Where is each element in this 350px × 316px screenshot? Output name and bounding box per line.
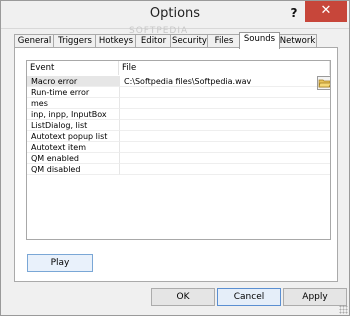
file-cell[interactable] [119, 87, 330, 98]
table-row[interactable]: mes [27, 98, 330, 109]
table-row[interactable]: Autotext popup list [27, 131, 330, 142]
table-row[interactable]: inp, inpp, InputBox [27, 109, 330, 120]
table-row[interactable]: Macro error C:\Softpedia files\Softpedia… [27, 76, 330, 87]
cancel-button[interactable]: Cancel [217, 288, 281, 306]
file-cell[interactable] [119, 164, 330, 175]
folder-open-icon [318, 79, 330, 88]
event-cell[interactable]: Macro error [27, 76, 119, 87]
table-row[interactable]: QM enabled [27, 153, 330, 164]
table-row[interactable]: ListDialog, list [27, 120, 330, 131]
file-cell[interactable] [119, 109, 330, 120]
event-cell[interactable]: QM enabled [27, 153, 119, 164]
event-cell[interactable]: ListDialog, list [27, 120, 119, 131]
options-dialog: Options ? ✕ SOFTPEDIA General Triggers H… [0, 0, 350, 316]
grid-rows: Macro error C:\Softpedia files\Softpedia… [27, 76, 330, 175]
tab-general[interactable]: General [14, 34, 55, 48]
title-bar: Options ? ✕ [1, 1, 349, 29]
table-row[interactable]: QM disabled [27, 164, 330, 175]
tab-sounds[interactable]: Sounds [239, 32, 280, 49]
event-cell[interactable]: Autotext popup list [27, 131, 119, 142]
play-button[interactable]: Play [27, 254, 93, 272]
help-button[interactable]: ? [283, 3, 305, 23]
tab-hotkeys[interactable]: Hotkeys [95, 34, 137, 48]
column-header-file[interactable]: File [119, 61, 330, 75]
tab-editor[interactable]: Editor [135, 34, 172, 48]
table-row[interactable]: Run-time error [27, 87, 330, 98]
file-cell[interactable] [119, 98, 330, 109]
tab-files[interactable]: Files [207, 34, 241, 48]
close-button[interactable]: ✕ [305, 1, 347, 22]
file-cell[interactable] [119, 153, 330, 164]
event-cell[interactable]: Run-time error [27, 87, 119, 98]
table-row[interactable]: Autotext item [27, 142, 330, 153]
tab-triggers[interactable]: Triggers [53, 34, 97, 48]
sound-events-grid[interactable]: Event File Macro error C:\Softpedia file… [26, 60, 331, 240]
event-cell[interactable]: inp, inpp, InputBox [27, 109, 119, 120]
sounds-panel: Event File Macro error C:\Softpedia file… [14, 47, 338, 282]
file-cell[interactable] [119, 131, 330, 142]
resize-grip[interactable] [339, 305, 348, 314]
browse-button[interactable] [317, 76, 330, 90]
tab-security[interactable]: Security [170, 34, 209, 48]
ok-button[interactable]: OK [151, 288, 215, 306]
file-cell[interactable]: C:\Softpedia files\Softpedia.wav [119, 76, 330, 87]
file-cell[interactable] [119, 142, 330, 153]
tab-network[interactable]: Network [278, 34, 317, 48]
column-header-event[interactable]: Event [27, 61, 119, 75]
apply-button[interactable]: Apply [283, 288, 347, 306]
event-cell[interactable]: QM disabled [27, 164, 119, 175]
event-cell[interactable]: Autotext item [27, 142, 119, 153]
file-cell[interactable] [119, 120, 330, 131]
event-cell[interactable]: mes [27, 98, 119, 109]
